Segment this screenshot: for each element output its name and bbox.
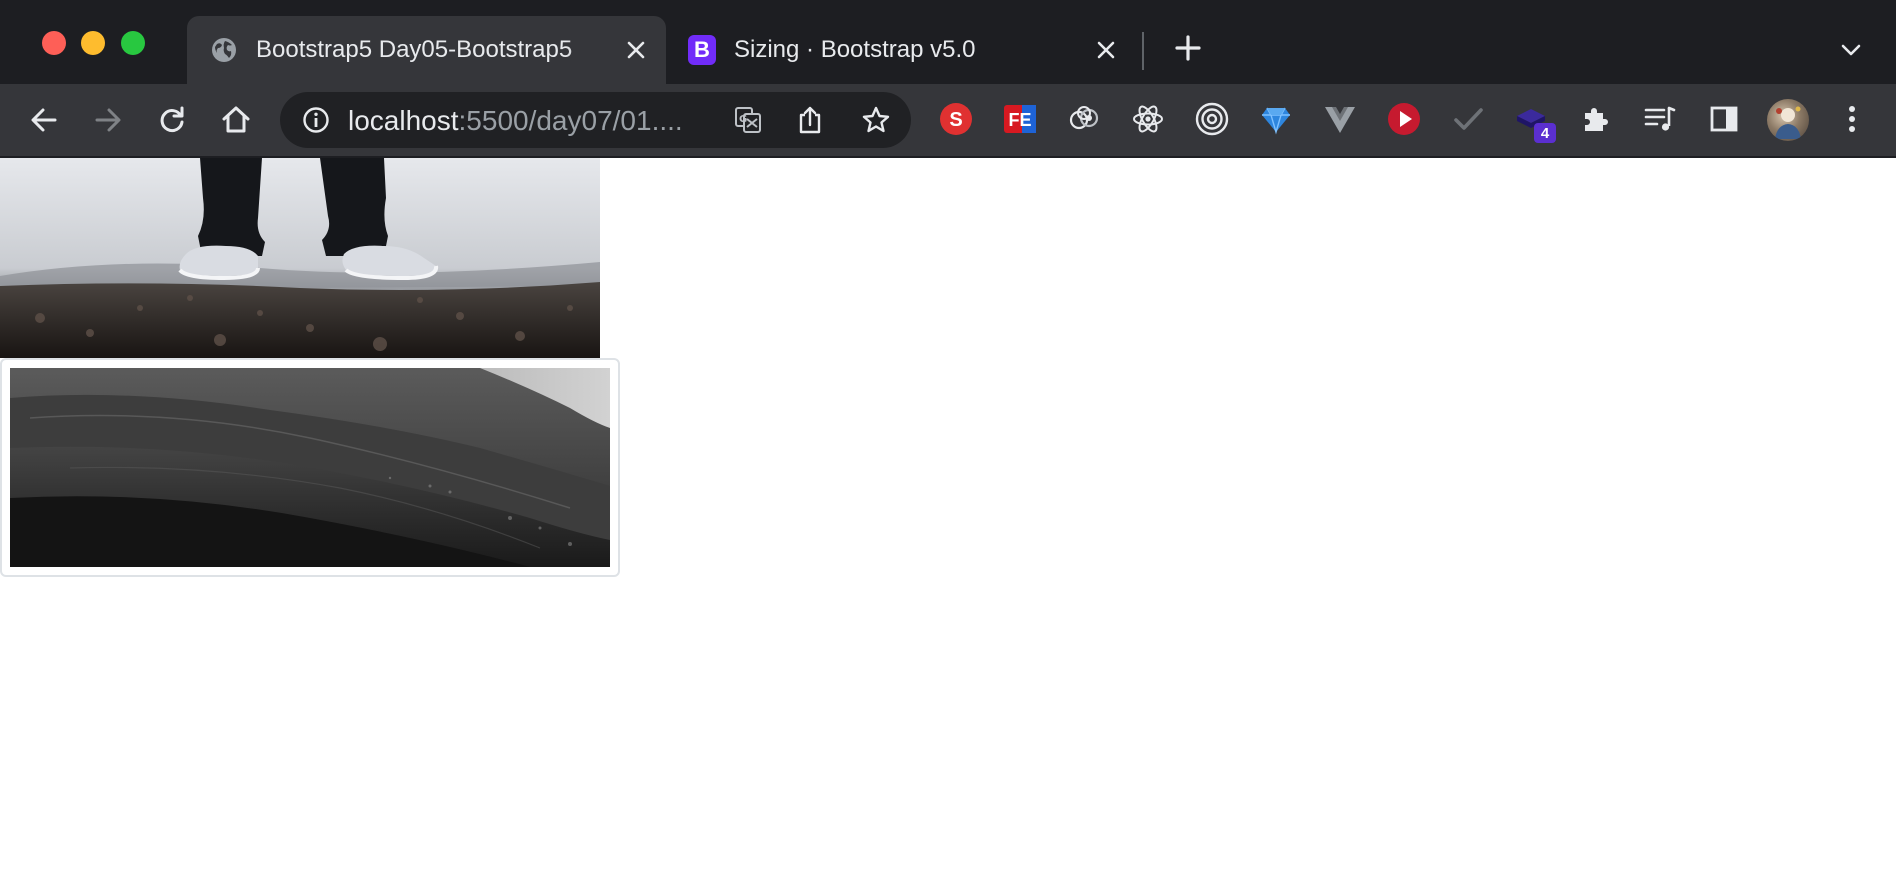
play-extension-icon[interactable] <box>1386 101 1422 137</box>
forward-arrow-icon[interactable] <box>88 100 128 140</box>
reload-icon[interactable] <box>152 100 192 140</box>
info-icon[interactable] <box>302 106 330 134</box>
reading-list-icon[interactable] <box>1642 101 1678 137</box>
gears-extension-icon[interactable] <box>1066 101 1102 137</box>
side-panel-icon[interactable] <box>1706 101 1742 137</box>
new-tab-button[interactable] <box>1172 32 1204 64</box>
home-icon[interactable] <box>216 100 256 140</box>
stack-extension-icon[interactable]: 4 <box>1514 101 1556 143</box>
vue-devtools-icon[interactable] <box>1322 101 1358 137</box>
tab-title: Bootstrap5 Day05-Bootstrap5 <box>256 36 573 63</box>
back-arrow-icon[interactable] <box>24 100 64 140</box>
gem-extension-icon[interactable] <box>1258 101 1294 137</box>
more-vertical-icon[interactable] <box>1834 101 1870 137</box>
window-minimize-button[interactable] <box>81 31 105 55</box>
window-close-button[interactable] <box>42 31 66 55</box>
star-bookmark-icon[interactable] <box>860 104 892 136</box>
svg-text:G: G <box>739 114 747 125</box>
tab-title: Sizing · Bootstrap v5.0 <box>734 36 976 63</box>
tab-separator <box>1142 32 1144 70</box>
tab-strip: Bootstrap5 Day05-Bootstrap5 B Sizing · B… <box>0 0 1896 84</box>
share-icon[interactable] <box>794 104 826 136</box>
tab-bootstrap5-day05[interactable]: Bootstrap5 Day05-Bootstrap5 <box>187 16 666 84</box>
profile-avatar[interactable] <box>1767 99 1809 141</box>
close-icon[interactable] <box>1090 34 1122 66</box>
bootstrap-logo-icon: B <box>688 35 716 65</box>
extension-badge: 4 <box>1534 123 1556 143</box>
window-maximize-button[interactable] <box>121 31 145 55</box>
globe-icon <box>210 36 238 64</box>
s-extension-icon[interactable]: S <box>938 101 974 137</box>
tab-sizing-bootstrap[interactable]: B Sizing · Bootstrap v5.0 <box>680 16 1136 84</box>
target-extension-icon[interactable] <box>1194 101 1230 137</box>
svg-text:S: S <box>949 109 962 131</box>
svg-text:FE: FE <box>1008 110 1031 130</box>
translate-icon[interactable]: G <box>732 104 764 136</box>
page-viewport <box>0 158 1896 890</box>
url-text[interactable]: localhost:5500/day07/01.... <box>348 105 683 137</box>
chevron-down-icon[interactable] <box>1835 34 1867 66</box>
thumbnail-photo-hills <box>0 358 620 577</box>
cropped-photo-sneakers <box>0 158 600 358</box>
fe-extension-icon[interactable]: FE <box>1002 101 1038 137</box>
puzzle-extensions-icon[interactable] <box>1578 101 1614 137</box>
close-icon[interactable] <box>620 34 652 66</box>
check-extension-icon[interactable] <box>1450 101 1486 137</box>
address-bar[interactable]: localhost:5500/day07/01.... G <box>280 92 911 148</box>
react-devtools-icon[interactable] <box>1130 101 1166 137</box>
browser-toolbar: localhost:5500/day07/01.... G S FE 4 <box>0 84 1896 158</box>
